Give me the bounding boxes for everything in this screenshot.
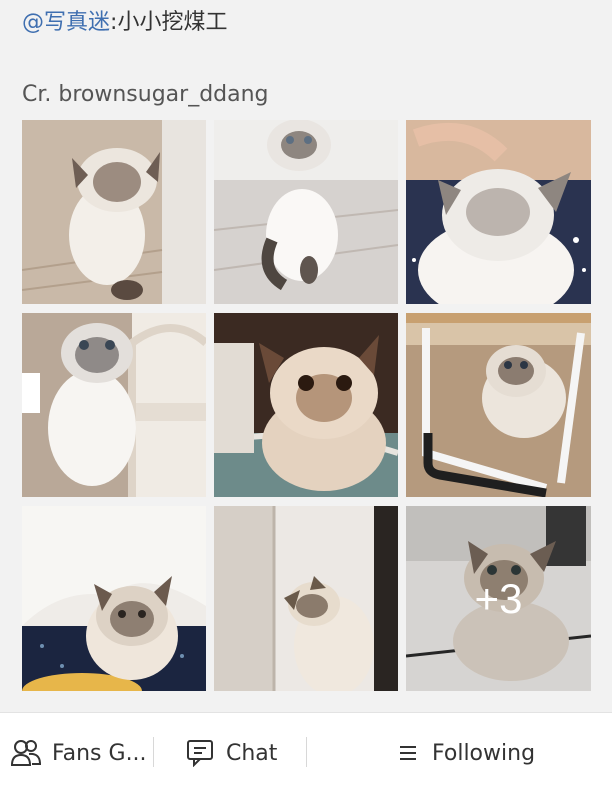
fans-group-button[interactable]: Fans G...	[10, 735, 147, 771]
post-header: @写真迷:小小挖煤工	[22, 8, 227, 38]
cat-photo-image	[214, 120, 398, 304]
bottom-action-bar: Fans G... Chat Following	[0, 712, 612, 793]
cat-photo-image	[22, 313, 206, 497]
cat-photo-8[interactable]	[214, 506, 398, 691]
cat-photo-3[interactable]	[406, 120, 591, 304]
fans-group-label: Fans G...	[52, 740, 147, 766]
cat-photo-image	[406, 313, 591, 497]
cat-photo-2[interactable]	[214, 120, 398, 304]
cat-photo-6[interactable]	[406, 313, 591, 497]
divider	[153, 737, 154, 767]
cat-photo-image	[22, 506, 206, 691]
cat-photo-image	[22, 120, 206, 304]
chat-bubble-icon	[187, 740, 213, 767]
cat-photo-9-more[interactable]: +3	[406, 506, 591, 691]
photo-credit: Cr. brownsugar_ddang	[22, 82, 269, 107]
cat-photo-5[interactable]	[214, 313, 398, 497]
cat-photo-4[interactable]	[22, 313, 206, 497]
author-name: 小小挖煤工	[117, 10, 228, 35]
chat-button[interactable]: Chat	[186, 735, 277, 771]
following-label: Following	[432, 740, 536, 766]
cat-photo-1[interactable]	[22, 120, 206, 304]
mention-link[interactable]: @写真迷	[22, 10, 110, 35]
people-icon	[10, 740, 42, 766]
menu-lines-icon	[400, 746, 416, 760]
cat-photo-image	[214, 506, 398, 691]
cat-photo-7[interactable]	[22, 506, 206, 691]
cat-photo-image	[406, 120, 591, 304]
chat-label: Chat	[226, 740, 278, 766]
divider	[306, 737, 307, 767]
cat-photo-image	[214, 313, 398, 497]
following-button[interactable]: Following	[398, 735, 535, 771]
photo-grid: +3	[22, 120, 591, 691]
more-photos-count[interactable]: +3	[406, 506, 591, 691]
